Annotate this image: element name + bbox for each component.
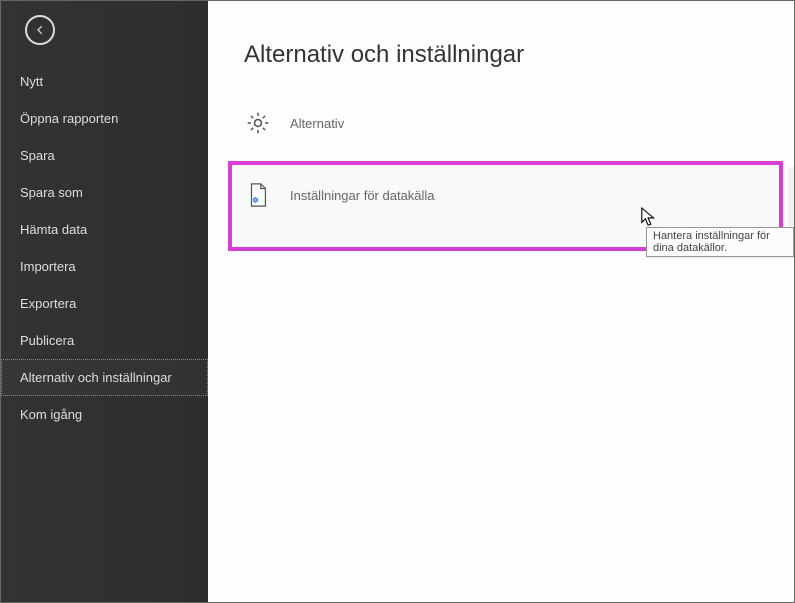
back-button[interactable] [25, 15, 55, 45]
sidebar-item-label: Importera [20, 259, 76, 274]
sidebar-item-publish[interactable]: Publicera [1, 322, 208, 359]
sidebar-item-open-report[interactable]: Öppna rapporten [1, 100, 208, 137]
sidebar: Nytt Öppna rapporten Spara Spara som Häm… [1, 1, 208, 602]
sidebar-item-label: Spara som [20, 185, 83, 200]
sidebar-item-label: Hämta data [20, 222, 87, 237]
option-label: Inställningar för datakälla [290, 188, 435, 203]
sidebar-item-label: Öppna rapporten [20, 111, 118, 126]
sidebar-item-import[interactable]: Importera [1, 248, 208, 285]
arrow-left-icon [33, 23, 47, 37]
document-gear-icon [244, 181, 272, 209]
option-alternatives[interactable]: Alternativ [208, 97, 794, 149]
sidebar-item-label: Exportera [20, 296, 76, 311]
cursor-icon [640, 206, 658, 228]
sidebar-item-label: Kom igång [20, 407, 82, 422]
sidebar-item-save-as[interactable]: Spara som [1, 174, 208, 211]
option-datasource-settings[interactable]: Inställningar för datakälla [244, 181, 435, 209]
sidebar-item-save[interactable]: Spara [1, 137, 208, 174]
sidebar-item-label: Publicera [20, 333, 74, 348]
tooltip: Hantera inställningar för dina datakällo… [646, 227, 794, 257]
sidebar-item-get-started[interactable]: Kom igång [1, 396, 208, 433]
gear-icon [244, 109, 272, 137]
sidebar-item-get-data[interactable]: Hämta data [1, 211, 208, 248]
sidebar-item-label: Spara [20, 148, 55, 163]
main-panel: Alternativ och inställningar Alternativ [208, 1, 794, 602]
sidebar-item-export[interactable]: Exportera [1, 285, 208, 322]
sidebar-item-label: Alternativ och inställningar [20, 370, 172, 385]
sidebar-item-options-settings[interactable]: Alternativ och inställningar [1, 359, 208, 396]
page-title: Alternativ och inställningar [208, 41, 794, 69]
sidebar-item-label: Nytt [20, 74, 43, 89]
sidebar-item-new[interactable]: Nytt [1, 63, 208, 100]
app-window: Nytt Öppna rapporten Spara Spara som Häm… [0, 0, 795, 603]
option-label: Alternativ [290, 116, 344, 131]
